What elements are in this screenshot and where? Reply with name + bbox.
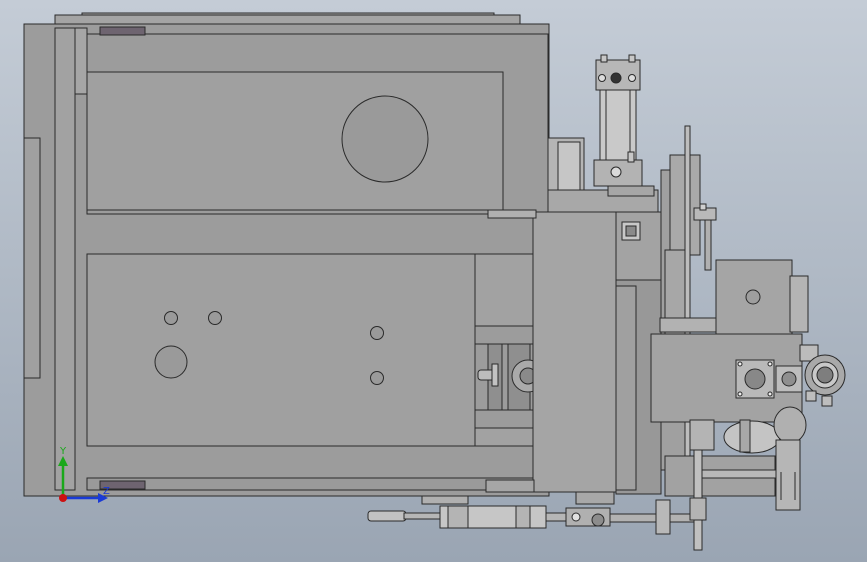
upper-bore-hole xyxy=(341,95,429,183)
pulley-hub xyxy=(689,419,715,451)
small-flange-bore xyxy=(781,371,797,387)
lower-crossbar xyxy=(699,469,777,479)
rod-end xyxy=(367,510,407,522)
actuator-end xyxy=(515,505,531,529)
actuator-bracket xyxy=(575,491,615,505)
connector-socket xyxy=(625,225,637,237)
gearbox-hole xyxy=(745,289,761,305)
piston-rod xyxy=(403,512,445,520)
pin-hole xyxy=(154,345,188,379)
bearing-screw xyxy=(737,391,743,397)
upper-panel xyxy=(86,71,504,211)
rod-collar xyxy=(689,497,707,521)
bearing-screw xyxy=(767,391,773,397)
cylinder-barrel xyxy=(599,89,637,163)
foot-screw xyxy=(610,166,622,178)
clamp-screw xyxy=(699,203,707,211)
bearing-screw xyxy=(767,361,773,367)
cylinder-mount xyxy=(607,185,655,197)
carriage-lip xyxy=(487,209,537,219)
clamp-rod xyxy=(704,219,712,271)
pulley-rear xyxy=(773,406,807,444)
x-axis-origin xyxy=(59,494,67,502)
foot-bolt xyxy=(627,151,635,163)
inner-left-rail xyxy=(54,27,76,491)
actuator-rod xyxy=(545,512,569,522)
bolt-hole xyxy=(208,311,222,325)
top-pad xyxy=(99,26,146,36)
gearbox-cover xyxy=(789,275,809,333)
bolt-hole xyxy=(164,311,178,325)
lower-bracket xyxy=(775,439,801,511)
y-axis-label: Y xyxy=(59,446,67,457)
bolt-hole xyxy=(370,371,384,385)
linkage-bar xyxy=(609,513,701,523)
cad-viewport[interactable]: Y Z xyxy=(0,0,867,562)
actuator-mount xyxy=(421,495,469,505)
carriage-block xyxy=(532,211,617,493)
end-fitting-bore xyxy=(816,366,834,384)
bolt-hole xyxy=(370,326,384,340)
pulley xyxy=(723,420,781,454)
column-step xyxy=(659,317,719,333)
spindle-pin-head xyxy=(491,363,499,387)
bearing-screw xyxy=(737,361,743,367)
cap-screw xyxy=(628,74,636,82)
left-notch xyxy=(23,137,41,379)
cap-bolt xyxy=(628,54,636,63)
clevis-joint xyxy=(591,513,605,527)
clevis-pin xyxy=(571,512,581,522)
actuator-bracket xyxy=(485,479,535,493)
cap-bolt xyxy=(600,54,608,63)
end-nut xyxy=(805,390,817,402)
lower-panel xyxy=(86,253,476,447)
motor-face xyxy=(557,141,581,195)
actuator-end xyxy=(447,505,469,529)
pulley-spacer xyxy=(739,419,751,453)
z-axis-label: Z xyxy=(103,486,110,497)
assembly-drawing: Y Z xyxy=(0,0,867,562)
carriage-rail xyxy=(615,285,637,491)
bottom-strip xyxy=(86,477,549,491)
linkage-block xyxy=(655,499,671,535)
upper-bracket xyxy=(74,27,88,95)
bearing xyxy=(744,368,766,390)
cap-screw xyxy=(598,74,606,82)
end-nut xyxy=(821,395,833,407)
air-port xyxy=(610,72,622,84)
